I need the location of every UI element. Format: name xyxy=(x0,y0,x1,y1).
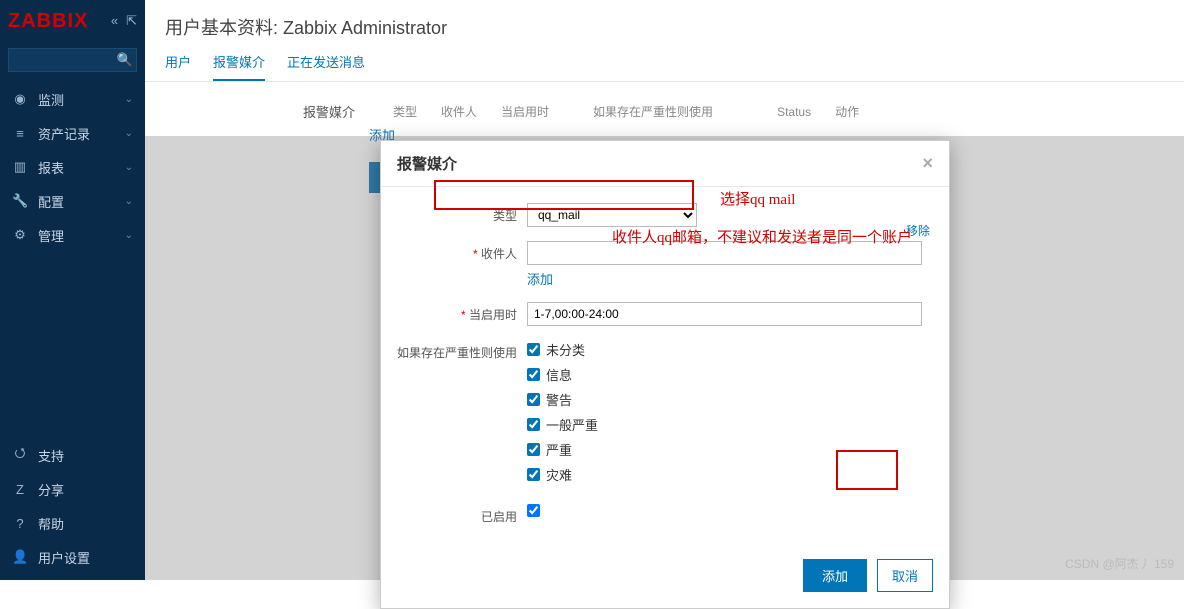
chevron-down-icon: ⌄ xyxy=(125,230,133,241)
sev-3[interactable]: 一般严重 xyxy=(527,415,933,434)
sev-5-checkbox[interactable] xyxy=(527,468,540,481)
question-icon: ? xyxy=(12,516,28,531)
when-active-input[interactable] xyxy=(527,302,922,326)
collapse-icon[interactable]: « xyxy=(111,13,118,29)
sev-1-checkbox[interactable] xyxy=(527,368,540,381)
logo-row: ZABBIX « ⇱ xyxy=(0,0,145,42)
sev-0-checkbox[interactable] xyxy=(527,343,540,356)
sev-5[interactable]: 灾难 xyxy=(527,465,933,484)
page-title: 用户基本资料: Zabbix Administrator xyxy=(145,0,1184,50)
nav-help[interactable]: ?帮助 xyxy=(0,506,145,540)
nav-config[interactable]: 🔧配置⌄ xyxy=(0,184,145,218)
sev-1[interactable]: 信息 xyxy=(527,365,933,384)
col-recipient: 收件人 xyxy=(441,103,477,120)
nav-reports[interactable]: ▥报表⌄ xyxy=(0,150,145,184)
enabled-checkbox[interactable] xyxy=(527,504,540,517)
sev-2[interactable]: 警告 xyxy=(527,390,933,409)
sev-3-checkbox[interactable] xyxy=(527,418,540,431)
list-icon: ≡ xyxy=(12,126,28,141)
nav-monitoring[interactable]: ◉监测⌄ xyxy=(0,82,145,116)
col-severity: 如果存在严重性则使用 xyxy=(593,103,713,120)
col-action: 动作 xyxy=(835,103,859,120)
type-select[interactable]: qq_mail xyxy=(527,203,697,227)
sev-4[interactable]: 严重 xyxy=(527,440,933,459)
close-icon[interactable]: × xyxy=(922,153,933,174)
label-enabled: 已启用 xyxy=(397,504,527,525)
col-when: 当启用时 xyxy=(501,103,549,120)
media-section-label: 报警媒介 xyxy=(295,102,355,121)
popout-icon[interactable]: ⇱ xyxy=(126,13,137,29)
nav-inventory[interactable]: ≡资产记录⌄ xyxy=(0,116,145,150)
recipient-input[interactable] xyxy=(527,241,922,265)
label-when-active: 当启用时 xyxy=(397,302,527,323)
chevron-down-icon: ⌄ xyxy=(125,196,133,207)
label-recipient: 收件人 xyxy=(397,241,527,262)
logo[interactable]: ZABBIX xyxy=(8,10,88,33)
eye-icon: ◉ xyxy=(12,91,28,107)
cancel-button[interactable]: 取消 xyxy=(877,559,933,592)
tabs: 用户 报警媒介 正在发送消息 xyxy=(145,50,1184,82)
nav-user-settings[interactable]: 👤用户设置 xyxy=(0,540,145,574)
sidebar: ZABBIX « ⇱ 🔍 ◉监测⌄ ≡资产记录⌄ ▥报表⌄ 🔧配置⌄ ⚙管理⌄ … xyxy=(0,0,145,580)
severity-list: 未分类 信息 警告 一般严重 严重 灾难 xyxy=(527,340,933,490)
chevron-down-icon: ⌄ xyxy=(125,162,133,173)
sev-4-checkbox[interactable] xyxy=(527,443,540,456)
watermark: CSDN @阿杰丿 159 xyxy=(1065,555,1174,572)
col-type: 类型 xyxy=(393,103,417,120)
nav-admin[interactable]: ⚙管理⌄ xyxy=(0,218,145,252)
user-icon: 👤 xyxy=(12,549,28,565)
sev-0[interactable]: 未分类 xyxy=(527,340,933,359)
gear-icon: ⚙ xyxy=(12,227,28,243)
add-recipient-link[interactable]: 添加 xyxy=(527,269,553,288)
chevron-down-icon: ⌄ xyxy=(125,94,133,105)
tab-messages[interactable]: 正在发送消息 xyxy=(287,52,365,81)
wrench-icon: 🔧 xyxy=(12,193,28,209)
label-type: 类型 xyxy=(397,203,527,224)
share-icon: Z xyxy=(12,482,28,497)
chevron-down-icon: ⌄ xyxy=(125,128,133,139)
chart-icon: ▥ xyxy=(12,159,28,175)
media-modal: 报警媒介 × 类型 qq_mail 收件人 添加 当启用时 如果存在严重性则使用… xyxy=(380,140,950,609)
col-status: Status xyxy=(777,105,811,119)
search-icon[interactable]: 🔍 xyxy=(117,52,133,68)
ok-button[interactable]: 添加 xyxy=(803,559,867,592)
nav-share[interactable]: Z分享 xyxy=(0,472,145,506)
tab-media[interactable]: 报警媒介 xyxy=(213,52,265,81)
headset-icon: ⭯ xyxy=(12,444,28,466)
modal-title: 报警媒介 xyxy=(397,153,457,174)
bottom-nav: ⭯支持 Z分享 ?帮助 👤用户设置 xyxy=(0,438,145,580)
nav-support[interactable]: ⭯支持 xyxy=(0,438,145,472)
main-nav: ◉监测⌄ ≡资产记录⌄ ▥报表⌄ 🔧配置⌄ ⚙管理⌄ xyxy=(0,82,145,252)
sev-2-checkbox[interactable] xyxy=(527,393,540,406)
remove-recipient-link[interactable]: 移除 xyxy=(906,222,930,239)
tab-user[interactable]: 用户 xyxy=(165,52,191,81)
label-severity: 如果存在严重性则使用 xyxy=(397,340,527,361)
